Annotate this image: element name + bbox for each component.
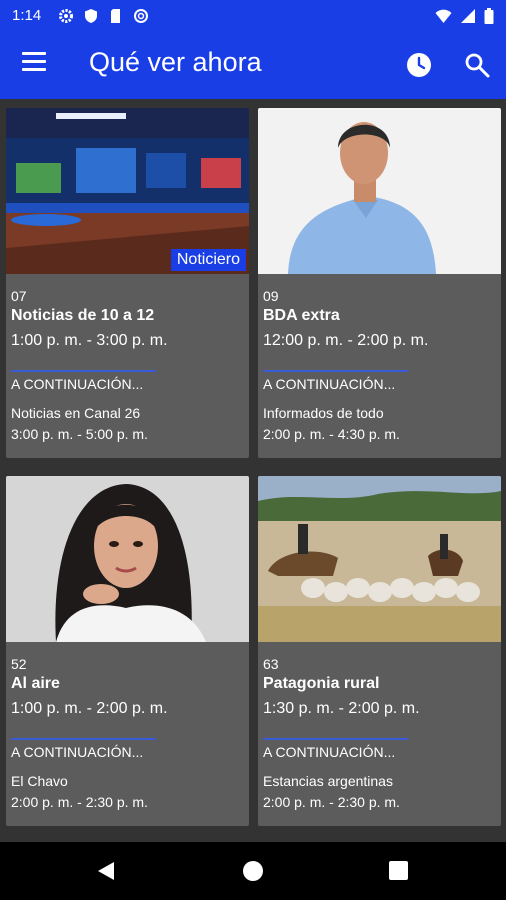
program-title: Patagonia rural: [263, 675, 380, 692]
channel-number: 07: [11, 288, 27, 304]
program-title: Noticias de 10 a 12: [11, 307, 155, 324]
navigation-bar: [0, 842, 506, 900]
program-thumbnail: [258, 108, 501, 274]
battery-icon: [484, 8, 494, 29]
wifi-icon: [435, 8, 452, 29]
divider: [263, 738, 408, 740]
search-icon[interactable]: [463, 51, 491, 79]
program-card[interactable]: 52 Al aire 1:00 p. m. - 2:00 p. m. A CON…: [6, 476, 249, 826]
program-card[interactable]: Noticiero 07 Noticias de 10 a 12 1:00 p.…: [6, 108, 249, 458]
next-program-title: El Chavo: [11, 773, 68, 789]
next-program-time: 2:00 p. m. - 2:30 p. m.: [11, 794, 148, 810]
program-grid: Noticiero 07 Noticias de 10 a 12 1:00 p.…: [0, 99, 506, 842]
settings-icon: [58, 8, 74, 24]
sim-card-icon: [108, 8, 124, 24]
divider: [11, 370, 156, 372]
program-thumbnail: [258, 476, 501, 642]
program-title: Al aire: [11, 675, 60, 692]
program-time: 1:30 p. m. - 2:00 p. m.: [263, 700, 420, 717]
next-program-time: 2:00 p. m. - 4:30 p. m.: [263, 426, 400, 442]
divider: [11, 738, 156, 740]
page-title: Qué ver ahora: [89, 47, 262, 77]
no-disturb-icon: [133, 8, 149, 24]
status-time: 1:14: [12, 7, 42, 24]
next-program-time: 2:00 p. m. - 2:30 p. m.: [263, 794, 400, 810]
divider: [263, 370, 408, 372]
next-program-time: 3:00 p. m. - 5:00 p. m.: [11, 426, 148, 442]
next-label: A CONTINUACIÓN...: [263, 376, 396, 392]
recents-icon[interactable]: [389, 861, 408, 880]
channel-number: 09: [263, 288, 279, 304]
home-icon[interactable]: [243, 861, 263, 881]
program-title: BDA extra: [263, 307, 340, 324]
category-badge: Noticiero: [170, 249, 246, 271]
clock-icon[interactable]: [405, 51, 433, 79]
menu-icon[interactable]: [22, 52, 48, 74]
program-card[interactable]: 09 BDA extra 12:00 p. m. - 2:00 p. m. A …: [258, 108, 501, 458]
next-program-title: Informados de todo: [263, 405, 384, 421]
program-time: 1:00 p. m. - 2:00 p. m.: [11, 700, 168, 717]
next-label: A CONTINUACIÓN...: [263, 744, 396, 760]
next-label: A CONTINUACIÓN...: [11, 376, 144, 392]
program-time: 12:00 p. m. - 2:00 p. m.: [263, 332, 429, 349]
back-icon[interactable]: [94, 859, 118, 883]
channel-number: 63: [263, 656, 279, 672]
program-card[interactable]: 63 Patagonia rural 1:30 p. m. - 2:00 p. …: [258, 476, 501, 826]
program-thumbnail: [6, 476, 249, 642]
signal-icon: [460, 8, 476, 29]
channel-number: 52: [11, 656, 27, 672]
app-bar: Qué ver ahora: [0, 32, 506, 99]
program-thumbnail: Noticiero: [6, 108, 249, 274]
program-time: 1:00 p. m. - 3:00 p. m.: [11, 332, 168, 349]
shield-icon: [83, 8, 99, 24]
next-program-title: Estancias argentinas: [263, 773, 393, 789]
status-bar: 1:14: [0, 0, 506, 32]
next-program-title: Noticias en Canal 26: [11, 405, 141, 421]
next-label: A CONTINUACIÓN...: [11, 744, 144, 760]
